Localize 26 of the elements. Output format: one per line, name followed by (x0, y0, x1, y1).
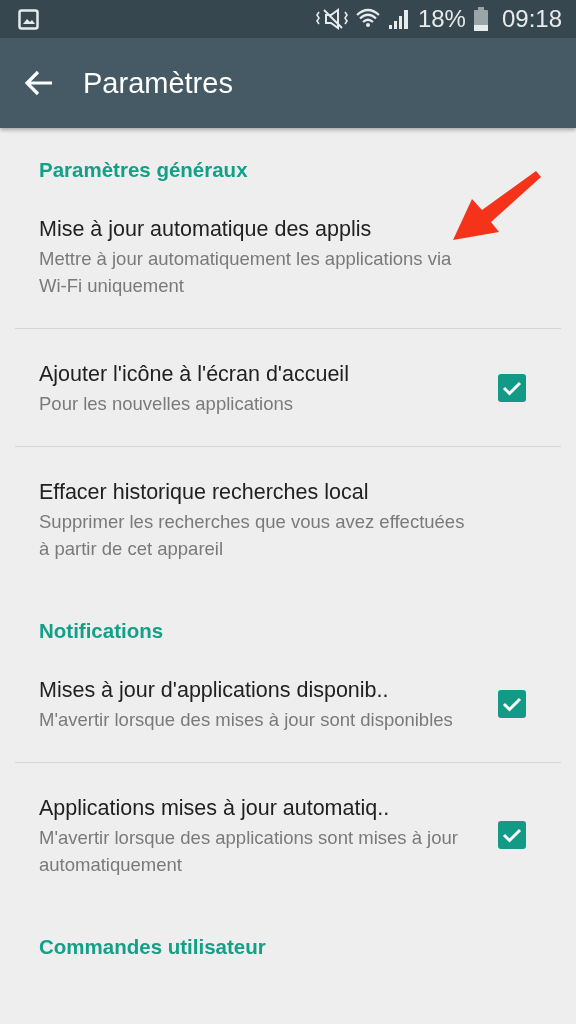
setting-title[interactable]: Effacer historique recherches local (39, 476, 561, 508)
battery-icon (473, 7, 488, 31)
signal-icon (387, 8, 410, 30)
setting-summary: M'avertir lorsque des applications sont mises à jour automatiquement (39, 826, 459, 877)
setting-title[interactable]: Mises à jour d'applications disponib.. (39, 674, 478, 706)
setting-title[interactable]: Applications mises à jour automatiq.. (39, 792, 478, 824)
checkbox[interactable] (498, 689, 526, 718)
setting-summary: Pour les nouvelles applications (39, 392, 294, 416)
screen-title: Paramètres (83, 66, 233, 100)
wifi-icon (355, 8, 380, 30)
section-header: Paramètres généraux (38, 157, 249, 183)
setting-summary: Supprimer les recherches que vous avez effectuées à partir de cet appareil (39, 510, 466, 561)
checkbox[interactable] (498, 821, 526, 849)
section-header: Notifications (38, 618, 165, 644)
back-arrow-icon (25, 70, 53, 96)
battery-percent: 18% (417, 4, 466, 34)
clock-time: 09:18 (501, 4, 562, 34)
picture-icon (18, 8, 39, 30)
setting-summary: M'avertir lorsque des mises à jour sont disponibles (39, 708, 454, 732)
setting-title[interactable]: Mise à jour automatique des applis (39, 213, 561, 245)
setting-summary: Mettre à jour automatiquement les applications via Wi-Fi uniquement (39, 247, 453, 298)
setting-title[interactable]: Ajouter l'icône à l'écran d'accueil (39, 358, 478, 390)
back-button[interactable] (25, 70, 53, 96)
mute-icon (315, 8, 348, 30)
section-header: Commandes utilisateur (38, 934, 267, 960)
checkbox[interactable] (498, 373, 526, 402)
